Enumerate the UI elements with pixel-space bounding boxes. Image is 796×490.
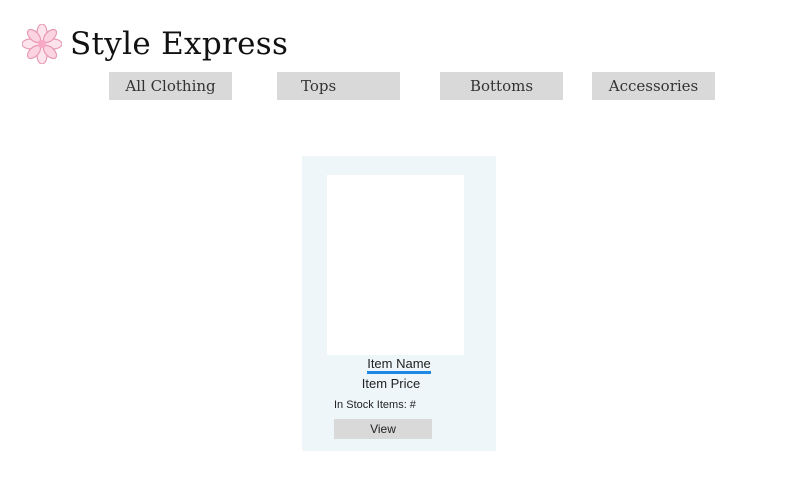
flower-icon [22, 24, 62, 64]
brand: Style Express [22, 22, 288, 66]
nav-all-clothing-button[interactable]: All Clothing [109, 72, 232, 100]
product-card: Item Name Item Price In Stock Items: # V… [302, 156, 496, 451]
nav-accessories-button[interactable]: Accessories [592, 72, 715, 100]
view-button[interactable]: View [334, 419, 432, 439]
stock-count: In Stock Items: # [334, 399, 416, 411]
nav-bottoms-button[interactable]: Bottoms [440, 72, 563, 100]
item-price: Item Price [361, 376, 421, 391]
item-name-link[interactable]: Item Name [367, 356, 431, 374]
brand-name: Style Express [70, 26, 289, 62]
nav-tops-button[interactable]: Tops [277, 72, 400, 100]
item-name-row: Item Name [302, 356, 496, 374]
product-image[interactable] [327, 175, 464, 355]
